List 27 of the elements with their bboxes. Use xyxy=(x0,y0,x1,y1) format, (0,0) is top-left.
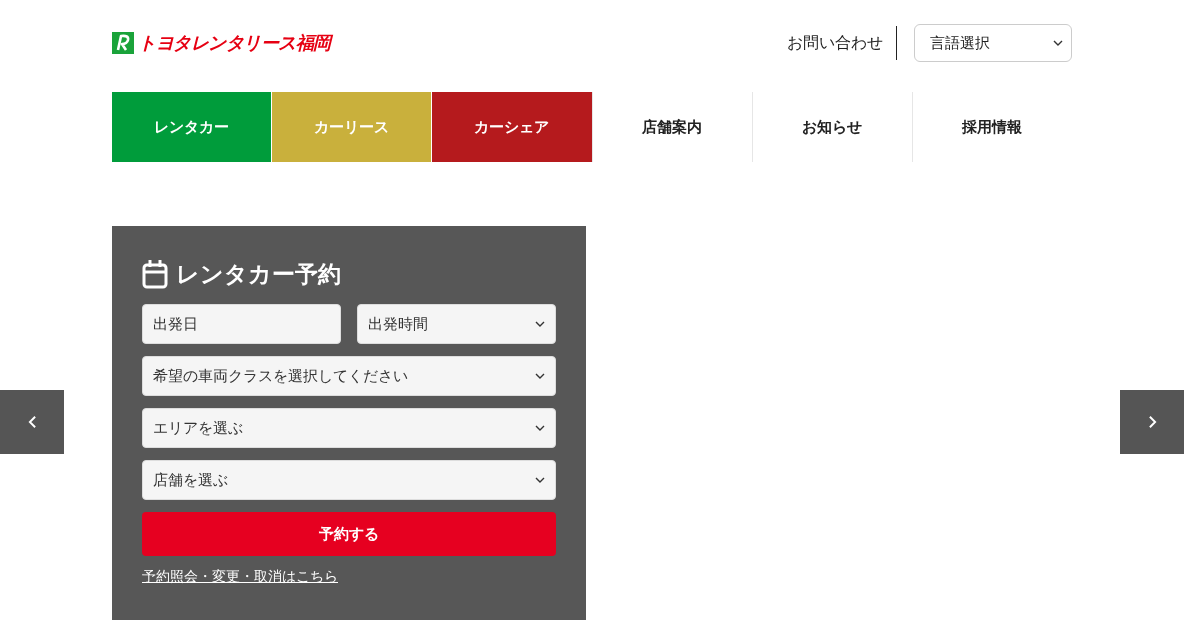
chevron-down-icon xyxy=(535,321,545,327)
select-field[interactable]: 希望の車両クラスを選択してください xyxy=(142,356,556,396)
nav-tab[interactable]: お知らせ xyxy=(751,92,912,162)
reserve-button[interactable]: 予約する xyxy=(142,512,556,556)
previous-slide-button[interactable] xyxy=(0,390,64,454)
chevron-down-icon xyxy=(535,373,545,379)
chevron-down-icon xyxy=(1053,40,1063,46)
nav-tab[interactable]: 採用情報 xyxy=(911,92,1073,162)
select-field[interactable]: 店舗を選ぶ xyxy=(142,460,556,500)
chevron-down-icon xyxy=(535,477,545,483)
nav-tab[interactable]: 店舗案内 xyxy=(591,92,752,162)
nav-tab[interactable]: レンタカー xyxy=(112,92,272,162)
chevron-left-icon xyxy=(27,415,37,429)
nav-tab[interactable]: カーシェア xyxy=(431,92,592,162)
contact-link[interactable]: お問い合わせ xyxy=(787,32,883,54)
next-slide-button[interactable] xyxy=(1120,390,1184,454)
select-field[interactable]: 出発時間 xyxy=(357,304,556,344)
reservation-lookup-link[interactable]: 予約照会・変更・取消はこちら xyxy=(142,568,338,586)
chevron-right-icon xyxy=(1147,415,1157,429)
calendar-icon xyxy=(142,259,168,289)
select-field[interactable]: エリアを選ぶ xyxy=(142,408,556,448)
logo-text[interactable]: トヨタレンタリース福岡 xyxy=(138,31,331,55)
language-select[interactable]: 言語選択 xyxy=(914,24,1072,62)
logo-icon xyxy=(112,32,134,54)
chevron-down-icon xyxy=(535,425,545,431)
booking-title: レンタカー予約 xyxy=(176,259,341,289)
date-field[interactable]: 出発日 xyxy=(142,304,341,344)
